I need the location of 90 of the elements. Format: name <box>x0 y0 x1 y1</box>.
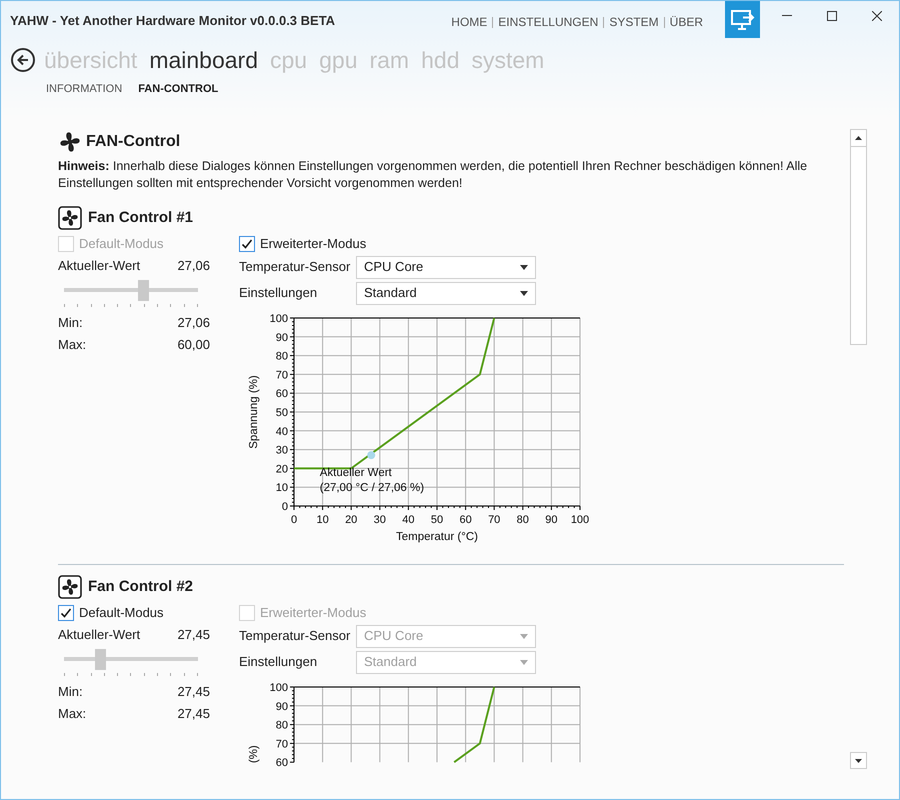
back-button[interactable] <box>11 48 35 72</box>
value-label: Aktueller-Wert <box>58 257 140 276</box>
x-tick-label: 100 <box>570 514 589 526</box>
y-tick-label: 100 <box>270 313 288 325</box>
nav-tab[interactable]: mainboard <box>149 42 258 78</box>
x-tick-label: 10 <box>316 514 329 526</box>
maximize-icon <box>826 11 836 21</box>
value-text: 27,45 <box>177 683 210 702</box>
fan-icon <box>58 206 82 230</box>
value-label: Max: <box>58 336 86 354</box>
caret-icon <box>520 660 528 664</box>
fan-icon <box>58 130 82 154</box>
slider-thumb[interactable] <box>95 649 106 670</box>
slider-thumb[interactable] <box>138 280 150 301</box>
menu-link[interactable]: SYSTEM <box>609 13 659 31</box>
y-axis-title: (%) <box>248 745 260 764</box>
warning-text: Hinweis: Innerhalb diese Dialoges können Einstellungen vorgenommen werden, die potentiell Ihren Rechner beschädigen können! Alle Einstellungen sollten mit entsprechender Vorsicht vorgenommen werden! <box>58 158 808 192</box>
checkbox-label: Erweiterter-Modus <box>260 604 366 622</box>
value-label: Aktueller-Wert <box>58 626 140 644</box>
field-label: Temperatur-Sensor <box>239 258 352 276</box>
x-tick-label: 20 <box>345 514 358 526</box>
sub-tab[interactable]: INFORMATION <box>46 81 122 98</box>
up-arrow-icon <box>855 136 862 140</box>
x-tick-label: 50 <box>430 514 444 526</box>
scrollbar-thumb[interactable] <box>850 129 867 345</box>
y-tick-label: 40 <box>276 426 288 438</box>
field-label: Temperatur-Sensor <box>239 627 352 646</box>
back-arrow-icon <box>17 54 29 66</box>
value-text: 27,45 <box>177 705 210 724</box>
minimize-icon <box>782 15 792 17</box>
y-tick-label: 30 <box>276 444 288 457</box>
checkbox[interactable] <box>239 236 255 252</box>
y-tick-label: 10 <box>276 482 288 494</box>
check-icon <box>241 238 253 250</box>
x-tick-label: 40 <box>402 514 415 526</box>
check-icon <box>60 607 72 619</box>
scroll-down-button[interactable] <box>850 752 867 769</box>
fan-title: Fan Control #2 <box>88 576 194 597</box>
y-tick-label: 20 <box>276 463 288 476</box>
y-tick-label: 50 <box>276 407 288 419</box>
dropdown[interactable]: Standard <box>356 282 536 304</box>
fan-title: Fan Control #1 <box>88 208 194 228</box>
value-text: 27,06 <box>177 257 210 276</box>
field-label: Einstellungen <box>239 653 318 672</box>
monitor-icon <box>730 8 754 30</box>
x-tick-label: 70 <box>488 514 500 526</box>
menu-link[interactable]: ÜBER <box>670 13 703 31</box>
y-tick-label: 70 <box>276 369 288 382</box>
value-label: Min: <box>58 683 83 702</box>
value-label: Max: <box>58 705 86 724</box>
field-label: Einstellungen <box>239 284 318 302</box>
value-text: 60,00 <box>177 336 210 354</box>
x-tick-label: 60 <box>459 514 472 526</box>
x-tick-label: 0 <box>290 514 298 526</box>
y-tick-label: 60 <box>276 388 288 400</box>
y-tick-label: 90 <box>276 332 288 344</box>
x-axis-title: Temperatur (°C) <box>396 531 478 543</box>
value-text: 27,06 <box>177 314 210 332</box>
down-arrow-icon <box>855 758 862 762</box>
x-tick-label: 80 <box>516 514 529 526</box>
x-tick-label: 30 <box>374 514 386 526</box>
y-tick-label: 80 <box>276 350 288 363</box>
menu-link[interactable]: HOME <box>451 13 488 31</box>
section-title: FAN-Control <box>86 132 180 152</box>
value-label: Min: <box>58 314 83 332</box>
scrollbar[interactable] <box>850 129 867 769</box>
window-title: YAHW - Yet Another Hardware Monitor v0.0.0.3 BETA <box>10 12 336 30</box>
y-axis-title: Spannung (%) <box>248 375 260 449</box>
y-tick-label: 90 <box>276 700 288 713</box>
caret-icon <box>520 264 528 270</box>
y-tick-label: 60 <box>276 757 288 768</box>
y-tick-label: 0 <box>282 501 288 513</box>
value-text: 27,45 <box>177 626 210 644</box>
y-tick-label: 100 <box>270 682 288 694</box>
y-tick-label: 70 <box>276 738 288 750</box>
caret-icon <box>520 290 528 296</box>
checkbox-label: Default-Modus <box>79 604 164 622</box>
annotation-label: Aktueller Wert (27,00 °C / 27,06 %) <box>320 467 424 494</box>
y-tick-label: 80 <box>276 720 288 732</box>
menu-link[interactable]: EINSTELLUNGEN <box>498 13 598 31</box>
fan-icon <box>58 575 82 599</box>
checkbox-label: Default-Modus <box>79 235 164 254</box>
close-icon <box>872 11 882 21</box>
sub-tab[interactable]: FAN-CONTROL <box>138 81 218 98</box>
dropdown[interactable]: CPU Core <box>356 256 536 278</box>
x-tick-label: 90 <box>545 514 558 526</box>
checkbox-label: Erweiterter-Modus <box>260 235 366 254</box>
display-button[interactable] <box>725 1 760 38</box>
checkbox[interactable] <box>58 605 74 621</box>
caret-icon <box>520 634 528 638</box>
